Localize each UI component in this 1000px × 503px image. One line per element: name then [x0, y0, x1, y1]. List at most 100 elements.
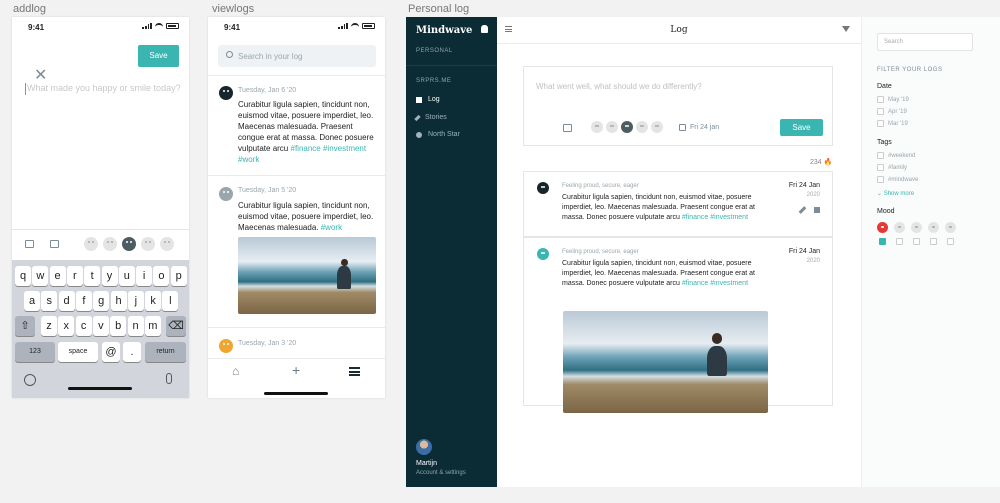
key-d[interactable]: d — [58, 291, 75, 311]
log-textarea[interactable]: What made you happy or smile today? — [27, 83, 181, 93]
microphone-icon[interactable] — [166, 373, 172, 384]
mood-happy-icon[interactable] — [141, 237, 155, 251]
sidebar-item-north-star[interactable]: North Star — [416, 131, 460, 138]
mood-neutral-icon[interactable] — [911, 222, 922, 233]
checkbox[interactable] — [877, 176, 884, 183]
key-i[interactable]: i — [136, 266, 153, 286]
show-more-link[interactable]: ⌄ Show more — [877, 190, 914, 197]
checkbox[interactable] — [877, 108, 884, 115]
mood-happy-icon[interactable] — [928, 222, 939, 233]
checkbox[interactable] — [877, 120, 884, 127]
mood-neutral-icon[interactable] — [621, 121, 633, 133]
key-at[interactable]: @ — [102, 342, 120, 362]
entry-tags[interactable]: #finance #investment — [682, 214, 748, 221]
key-123[interactable]: 123 — [15, 342, 55, 362]
search-input[interactable]: Search in your log — [218, 45, 376, 67]
sidebar-item-stories[interactable]: Stories — [414, 114, 447, 121]
mood-happy-icon[interactable] — [636, 121, 648, 133]
sidebar-section-personal[interactable]: PERSONAL — [416, 48, 453, 54]
mood-checkbox-very-sad[interactable] — [879, 238, 886, 245]
entry-tags[interactable]: #finance #investment — [682, 280, 748, 287]
home-icon[interactable]: ⌂ — [232, 364, 239, 378]
mood-very-happy-icon[interactable] — [651, 121, 663, 133]
composer-input[interactable]: What went well, what should we do differ… — [536, 82, 702, 91]
mood-very-sad-icon[interactable] — [84, 237, 98, 251]
add-icon[interactable]: + — [292, 362, 300, 378]
list-icon[interactable] — [349, 367, 360, 376]
close-icon[interactable]: ✕ — [34, 65, 47, 85]
mood-very-sad-icon[interactable] — [591, 121, 603, 133]
filter-tag-option[interactable]: #weekend — [877, 152, 915, 159]
mood-very-happy-icon[interactable] — [160, 237, 174, 251]
mood-checkbox-neutral[interactable] — [913, 238, 920, 245]
filter-tag-option[interactable]: #family — [877, 164, 907, 171]
filter-search-input[interactable]: Search — [877, 33, 973, 51]
key-u[interactable]: u — [118, 266, 135, 286]
mood-checkbox-happy[interactable] — [930, 238, 937, 245]
filter-date-option[interactable]: Apr '19 — [877, 108, 907, 115]
key-h[interactable]: h — [110, 291, 127, 311]
checkbox[interactable] — [877, 152, 884, 159]
key-q[interactable]: q — [15, 266, 31, 286]
filter-date-option[interactable]: May '19 — [877, 96, 909, 103]
key-b[interactable]: b — [110, 316, 127, 336]
key-w[interactable]: w — [32, 266, 49, 286]
entry-photo[interactable] — [238, 237, 376, 314]
save-button[interactable]: Save — [780, 119, 823, 136]
mood-sad-icon[interactable] — [894, 222, 905, 233]
key-n[interactable]: n — [127, 316, 144, 336]
key-space[interactable]: space — [58, 342, 98, 362]
key-s[interactable]: s — [41, 291, 58, 311]
edit-icon[interactable] — [798, 206, 807, 214]
user-name[interactable]: Martijn — [416, 460, 437, 467]
save-button[interactable]: Save — [138, 45, 179, 67]
key-l[interactable]: l — [162, 291, 179, 311]
key-c[interactable]: c — [75, 316, 92, 336]
image-icon[interactable] — [563, 124, 572, 132]
mood-sad-icon[interactable] — [103, 237, 117, 251]
account-settings-link[interactable]: Account & settings — [416, 470, 466, 476]
calendar-icon[interactable] — [679, 124, 686, 131]
key-return[interactable]: return — [145, 342, 186, 362]
composer-date[interactable]: Fri 24 jan — [690, 124, 719, 131]
key-m[interactable]: m — [144, 316, 161, 336]
key-z[interactable]: z — [41, 316, 57, 336]
key-r[interactable]: r — [66, 266, 83, 286]
key-o[interactable]: o — [153, 266, 170, 286]
filter-date-option[interactable]: Mar '19 — [877, 120, 908, 127]
bell-icon[interactable] — [481, 25, 488, 33]
key-a[interactable]: a — [24, 291, 40, 311]
key-g[interactable]: g — [93, 291, 110, 311]
key-dot[interactable]: . — [123, 342, 141, 362]
key-v[interactable]: v — [92, 316, 109, 336]
trash-icon[interactable] — [814, 207, 820, 213]
filter-icon[interactable] — [842, 26, 850, 32]
key-f[interactable]: f — [75, 291, 92, 311]
avatar[interactable] — [416, 439, 432, 455]
key-e[interactable]: e — [49, 266, 66, 286]
key-j[interactable]: j — [127, 291, 144, 311]
key-k[interactable]: k — [145, 291, 162, 311]
shift-key[interactable]: ⇧ — [15, 316, 35, 336]
key-p[interactable]: p — [170, 266, 187, 286]
checkbox[interactable] — [877, 96, 884, 103]
mood-neutral-icon[interactable] — [122, 237, 136, 251]
sidebar-item-log[interactable]: Log — [416, 96, 440, 103]
image-icon[interactable] — [25, 240, 34, 248]
mood-checkbox-very-happy[interactable] — [947, 238, 954, 245]
mood-very-sad-icon[interactable] — [877, 222, 888, 233]
entry-tags[interactable]: #work — [321, 223, 342, 232]
key-x[interactable]: x — [58, 316, 75, 336]
mood-sad-icon[interactable] — [606, 121, 618, 133]
filter-tag-option[interactable]: #mindwave — [877, 176, 918, 183]
calendar-icon[interactable] — [50, 240, 59, 248]
entry-photo[interactable] — [563, 311, 768, 413]
key-y[interactable]: y — [101, 266, 118, 286]
checkbox[interactable] — [877, 164, 884, 171]
backspace-key[interactable]: ⌫ — [166, 316, 186, 336]
mood-checkbox-sad[interactable] — [896, 238, 903, 245]
emoji-icon[interactable] — [24, 374, 36, 386]
key-t[interactable]: t — [84, 266, 101, 286]
mood-very-happy-icon[interactable] — [945, 222, 956, 233]
app-logo[interactable]: Mindwave — [416, 25, 472, 36]
